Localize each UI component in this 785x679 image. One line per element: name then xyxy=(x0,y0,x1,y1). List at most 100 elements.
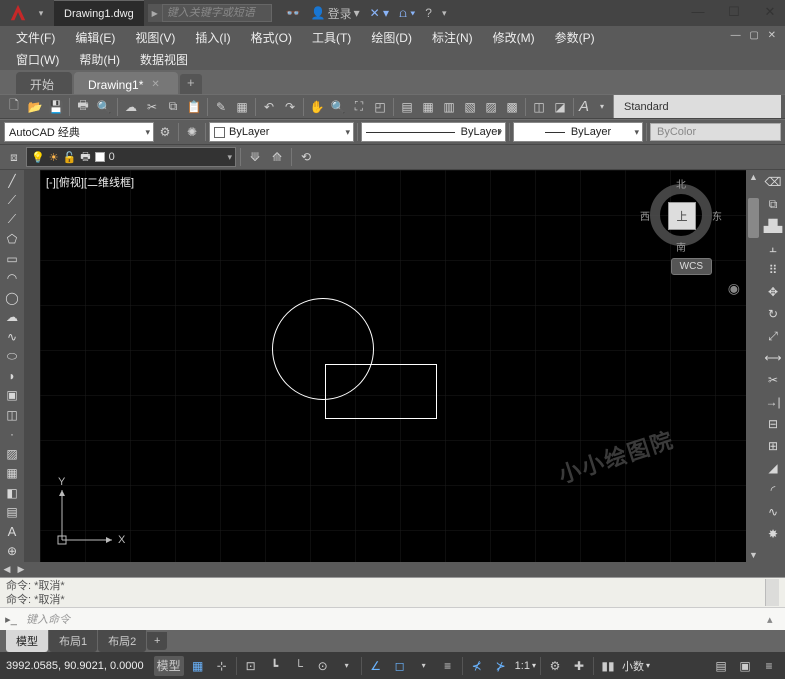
drawing-canvas[interactable]: [-][俯视][二维线框] 小小绘图院 X Y 上 北 南 东 xyxy=(40,170,746,562)
add-tab-button[interactable]: + xyxy=(180,74,202,94)
viewcube-west[interactable]: 西 xyxy=(640,208,650,223)
login-button[interactable]: 👤 登录 ▾ xyxy=(311,5,360,22)
horizontal-scrollbar[interactable]: ◀▶ xyxy=(0,562,785,577)
publish-icon[interactable]: ☁ xyxy=(121,97,141,117)
paste-icon[interactable]: 📋 xyxy=(184,97,204,117)
menu-item[interactable]: 标注(N) xyxy=(422,26,483,49)
copy-icon[interactable]: ⧉ xyxy=(163,97,183,117)
menu-item[interactable]: 帮助(H) xyxy=(69,48,130,71)
zoom-ext-icon[interactable]: ⛶ xyxy=(349,97,369,117)
maximize-button[interactable]: ☐ xyxy=(725,4,743,20)
polygon-icon[interactable]: ⬠ xyxy=(2,231,22,249)
isodraft-icon[interactable]: ∠ xyxy=(366,656,386,676)
menu-item[interactable]: 工具(T) xyxy=(302,26,361,49)
spline-icon[interactable]: ∿ xyxy=(2,328,22,346)
snap-toggle-icon[interactable]: ⊹ xyxy=(212,656,232,676)
block-icon[interactable]: ▦ xyxy=(232,97,252,117)
mirror-icon[interactable]: ▟▙ xyxy=(763,216,783,236)
mtext-icon[interactable]: A xyxy=(2,523,22,541)
ellipse-arc-icon[interactable]: ◗ xyxy=(2,367,22,385)
zoom-icon[interactable]: 🔍 xyxy=(328,97,348,117)
menu-item[interactable]: 数据视图 xyxy=(130,48,198,71)
viewcube-north[interactable]: 北 xyxy=(676,176,686,191)
addsel-icon[interactable]: ⊕ xyxy=(2,543,22,561)
view-label[interactable]: [-][俯视][二维线框] xyxy=(46,174,134,190)
region-icon[interactable]: ◧ xyxy=(2,484,22,502)
anno-scale-dropdown[interactable]: 1:1▾ xyxy=(515,660,536,672)
match-icon[interactable]: ✎ xyxy=(211,97,231,117)
rotate-icon[interactable]: ↻ xyxy=(763,304,783,324)
layer-prev-icon[interactable]: ⟲ xyxy=(296,147,316,167)
trim-icon[interactable]: ✂ xyxy=(763,370,783,390)
units-dropdown[interactable]: 小数▾ xyxy=(622,658,650,674)
stretch-icon[interactable]: ⟷ xyxy=(763,348,783,368)
hatch-icon[interactable]: ▨ xyxy=(2,445,22,463)
erase-icon[interactable]: ⌫ xyxy=(763,172,783,192)
layer-mgr-icon[interactable]: ◫ xyxy=(529,97,549,117)
layout-tab-add[interactable]: + xyxy=(147,632,167,650)
minimize-button[interactable]: — xyxy=(689,4,707,20)
array-icon[interactable]: ⠿ xyxy=(763,260,783,280)
anno-vis-icon[interactable]: ✚ xyxy=(569,656,589,676)
scale-icon[interactable]: ⤢ xyxy=(763,326,783,346)
command-input[interactable]: 键入命令 xyxy=(22,611,767,627)
rectangle-icon[interactable]: ▭ xyxy=(2,250,22,268)
layer-dropdown[interactable]: 💡 ☀ 🔓 🖶 0 ▾ xyxy=(26,147,236,167)
status-model-button[interactable]: 模型 xyxy=(154,656,184,676)
menu-item[interactable]: 窗口(W) xyxy=(6,48,69,71)
text-style-a-icon[interactable]: A xyxy=(577,97,591,117)
extend-icon[interactable]: →| xyxy=(763,392,783,412)
offset-icon[interactable]: ⫠ xyxy=(763,238,783,258)
menu-item[interactable]: 视图(V) xyxy=(125,26,185,49)
tab-start[interactable]: 开始 xyxy=(16,72,72,94)
infer-icon[interactable]: ⊡ xyxy=(241,656,261,676)
fillet-icon[interactable]: ◜ xyxy=(763,480,783,500)
print-icon[interactable]: 🖶 xyxy=(73,97,93,117)
menu-item[interactable]: 编辑(E) xyxy=(65,26,125,49)
layout-tab-2[interactable]: 布局2 xyxy=(98,630,146,652)
drawn-rectangle[interactable] xyxy=(325,364,437,419)
markup-icon[interactable]: ▨ xyxy=(481,97,501,117)
linetype-dropdown[interactable]: ByLayer▾ xyxy=(361,122,506,142)
layer-state-icon[interactable]: ◪ xyxy=(550,97,570,117)
search-play-icon[interactable]: ▶ xyxy=(148,4,162,22)
ellipse-icon[interactable]: ⬭ xyxy=(2,348,22,366)
pan-icon[interactable]: ✋ xyxy=(307,97,327,117)
nav-bar-icon[interactable]: ◉ xyxy=(728,280,740,297)
circle-icon[interactable]: ◯ xyxy=(2,289,22,307)
point-icon[interactable]: · xyxy=(2,426,22,444)
osnap-chev-icon[interactable]: ▾ xyxy=(414,656,434,676)
undo-icon[interactable]: ↶ xyxy=(259,97,279,117)
join-icon[interactable]: ⊞ xyxy=(763,436,783,456)
break-icon[interactable]: ⊟ xyxy=(763,414,783,434)
menu-item[interactable]: 格式(O) xyxy=(241,26,302,49)
layer-uniso-icon[interactable]: ⟰ xyxy=(267,147,287,167)
search-input[interactable]: 键入关键字或短语 xyxy=(162,4,272,22)
menu-item[interactable]: 参数(P) xyxy=(545,26,605,49)
exchange-icon[interactable]: ✕ ▾ xyxy=(370,6,389,20)
menu-item[interactable]: 文件(F) xyxy=(6,26,65,49)
lwt-icon[interactable]: ⊁ xyxy=(491,656,511,676)
close-tab-icon[interactable]: ✕ xyxy=(151,79,159,90)
viewcube-south[interactable]: 南 xyxy=(676,239,686,254)
status-coords[interactable]: 3992.0585, 90.9021, 0.0000 xyxy=(6,660,144,672)
chamfer-icon[interactable]: ◢ xyxy=(763,458,783,478)
arc-icon[interactable]: ◠ xyxy=(2,270,22,288)
style-chev-icon[interactable]: ▾ xyxy=(592,97,612,117)
layer-iso-icon[interactable]: ⟱ xyxy=(245,147,265,167)
vertical-scrollbar[interactable]: ▲▼ xyxy=(746,170,761,562)
ws-gear-icon[interactable]: ⚙ xyxy=(155,122,175,142)
design-center-icon[interactable]: ▦ xyxy=(418,97,438,117)
menu-item[interactable]: 修改(M) xyxy=(483,26,545,49)
gear2-icon[interactable]: ⚙ xyxy=(545,656,565,676)
lineweight-dropdown[interactable]: ByLayer▾ xyxy=(513,122,643,142)
draw-toolbar-grip[interactable] xyxy=(24,170,40,562)
grid-toggle-icon[interactable]: ▦ xyxy=(188,656,208,676)
open-icon[interactable]: 📂 xyxy=(25,97,45,117)
tool-palette-icon[interactable]: ▥ xyxy=(439,97,459,117)
properties-icon[interactable]: ▤ xyxy=(397,97,417,117)
share-icon[interactable]: ⩍ ▾ xyxy=(399,6,415,21)
ortho-icon[interactable]: └ xyxy=(289,656,309,676)
gradient-icon[interactable]: ▦ xyxy=(2,465,22,483)
calc-icon[interactable]: ▩ xyxy=(502,97,522,117)
